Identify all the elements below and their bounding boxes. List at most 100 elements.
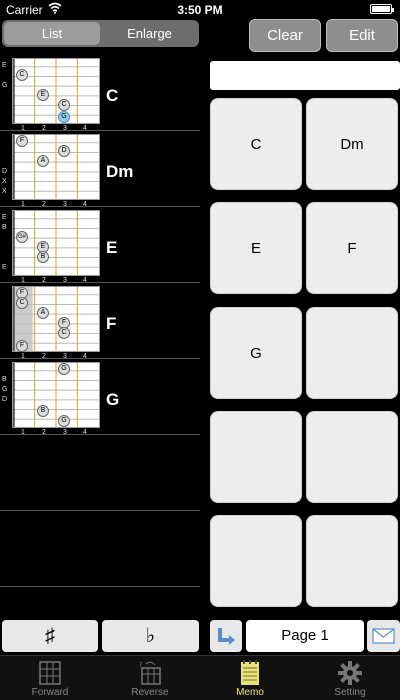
clock-label: 3:50 PM bbox=[177, 3, 223, 17]
note-dot: A bbox=[37, 155, 49, 167]
tab-label: Reverse bbox=[131, 687, 169, 698]
open-string-label: E bbox=[2, 264, 7, 271]
chord-diagram bbox=[12, 210, 100, 276]
note-dot: B bbox=[37, 405, 49, 417]
edit-button[interactable]: Edit bbox=[326, 19, 398, 52]
segment-enlarge[interactable]: Enlarge bbox=[102, 22, 197, 45]
memo-cell[interactable]: Dm bbox=[306, 98, 398, 190]
open-string-label: B bbox=[2, 224, 7, 231]
chord-name: C bbox=[106, 86, 119, 105]
chord-diagram bbox=[12, 362, 100, 428]
memo-cell[interactable]: G bbox=[210, 307, 302, 399]
tab-memo[interactable]: Memo bbox=[200, 656, 300, 700]
note-dot: C bbox=[58, 99, 70, 111]
battery-icon bbox=[370, 4, 394, 14]
memo-cell[interactable]: E bbox=[210, 202, 302, 294]
chord-row-e[interactable]: G# E B E B E 1 2 3 4 E bbox=[0, 210, 200, 286]
tab-setting[interactable]: Setting bbox=[300, 656, 400, 700]
page-indicator[interactable]: Page 1 bbox=[246, 620, 364, 652]
note-dot: C bbox=[58, 327, 70, 339]
open-string-label: E bbox=[2, 62, 7, 69]
note-dot: C bbox=[16, 69, 28, 81]
fret-number: 2 bbox=[42, 277, 46, 284]
tab-label: Memo bbox=[236, 687, 264, 698]
chord-list: C E C G E G 1 2 3 4 C F D A D X X 1 2 3 … bbox=[0, 52, 200, 616]
tab-reverse[interactable]: ? Reverse bbox=[100, 656, 200, 700]
open-string-label: B bbox=[2, 376, 7, 383]
fret-number: 1 bbox=[21, 353, 25, 360]
fret-number: 4 bbox=[83, 277, 87, 284]
fret-number: 3 bbox=[63, 201, 67, 208]
chord-name: F bbox=[106, 314, 117, 333]
memo-text-field[interactable] bbox=[210, 61, 400, 90]
fret-number: 2 bbox=[42, 125, 46, 132]
chord-name: Dm bbox=[106, 162, 134, 181]
fret-number: 4 bbox=[83, 429, 87, 436]
memo-cell[interactable] bbox=[210, 411, 302, 503]
tab-label: Setting bbox=[334, 687, 366, 698]
note-dot: B bbox=[37, 251, 49, 263]
fret-number: 4 bbox=[83, 201, 87, 208]
status-bar: Carrier 3:50 PM bbox=[0, 0, 400, 18]
open-string-label: X bbox=[2, 178, 7, 185]
fret-number: 2 bbox=[42, 429, 46, 436]
chord-row-g[interactable]: G B G B G D 1 2 3 4 G bbox=[0, 362, 200, 438]
chord-diagram bbox=[12, 58, 100, 124]
fret-number: 4 bbox=[83, 353, 87, 360]
chord-row-dm[interactable]: F D A D X X 1 2 3 4 Dm bbox=[0, 134, 200, 210]
open-string-label: D bbox=[2, 168, 8, 175]
gear-icon bbox=[338, 661, 362, 685]
clear-button[interactable]: Clear bbox=[249, 19, 321, 52]
memo-cell[interactable] bbox=[210, 515, 302, 607]
note-dot: F bbox=[16, 340, 28, 352]
flat-button[interactable]: ♭ bbox=[102, 620, 199, 652]
memo-cell[interactable]: F bbox=[306, 202, 398, 294]
note-dot: D bbox=[58, 145, 70, 157]
note-dot: G# bbox=[16, 231, 28, 243]
return-arrow-icon bbox=[218, 628, 235, 645]
fret-number: 3 bbox=[63, 429, 67, 436]
view-mode-segment: List Enlarge bbox=[2, 20, 199, 47]
note-dot: F bbox=[16, 135, 28, 147]
fret-number: 3 bbox=[63, 277, 67, 284]
fret-number: 4 bbox=[83, 125, 87, 132]
row-separator bbox=[0, 510, 200, 511]
svg-text:?: ? bbox=[139, 661, 143, 669]
fret-number: 2 bbox=[42, 353, 46, 360]
return-button[interactable] bbox=[210, 620, 242, 652]
open-string-label: G bbox=[2, 82, 8, 89]
open-string-label: G bbox=[2, 386, 8, 393]
memo-notepad-icon bbox=[241, 660, 259, 685]
open-string-label: D bbox=[2, 396, 8, 403]
segment-list[interactable]: List bbox=[4, 22, 100, 45]
fret-number: 3 bbox=[63, 125, 67, 132]
open-string-label: X bbox=[2, 188, 7, 195]
row-separator bbox=[0, 586, 200, 587]
fret-number: 1 bbox=[21, 429, 25, 436]
chord-name: G bbox=[106, 390, 120, 409]
reverse-grid-icon: ? bbox=[139, 661, 161, 685]
tab-label: Forward bbox=[31, 687, 69, 698]
note-dot: A bbox=[37, 307, 49, 319]
note-dot: G bbox=[58, 415, 70, 427]
memo-cell[interactable]: C bbox=[210, 98, 302, 190]
fret-number: 2 bbox=[42, 201, 46, 208]
tab-bar: Forward ? Reverse Memo Setting bbox=[0, 655, 400, 700]
memo-cell[interactable] bbox=[306, 515, 398, 607]
envelope-icon bbox=[372, 628, 395, 644]
chord-name: E bbox=[106, 238, 118, 257]
mail-button[interactable] bbox=[367, 620, 400, 652]
note-dot: C bbox=[16, 297, 28, 309]
chord-row-c[interactable]: C E C G E G 1 2 3 4 C bbox=[0, 58, 200, 134]
fret-number: 1 bbox=[21, 201, 25, 208]
note-dot: E bbox=[37, 89, 49, 101]
tab-forward[interactable]: Forward bbox=[0, 656, 100, 700]
note-dot: G bbox=[58, 363, 70, 375]
fret-number: 3 bbox=[63, 353, 67, 360]
chord-row-f[interactable]: F C A F C F 1 2 3 4 F bbox=[0, 286, 200, 362]
fret-number: 1 bbox=[21, 277, 25, 284]
sharp-button[interactable]: ♯ bbox=[2, 620, 98, 652]
memo-cell[interactable] bbox=[306, 411, 398, 503]
open-string-label: E bbox=[2, 214, 7, 221]
memo-cell[interactable] bbox=[306, 307, 398, 399]
